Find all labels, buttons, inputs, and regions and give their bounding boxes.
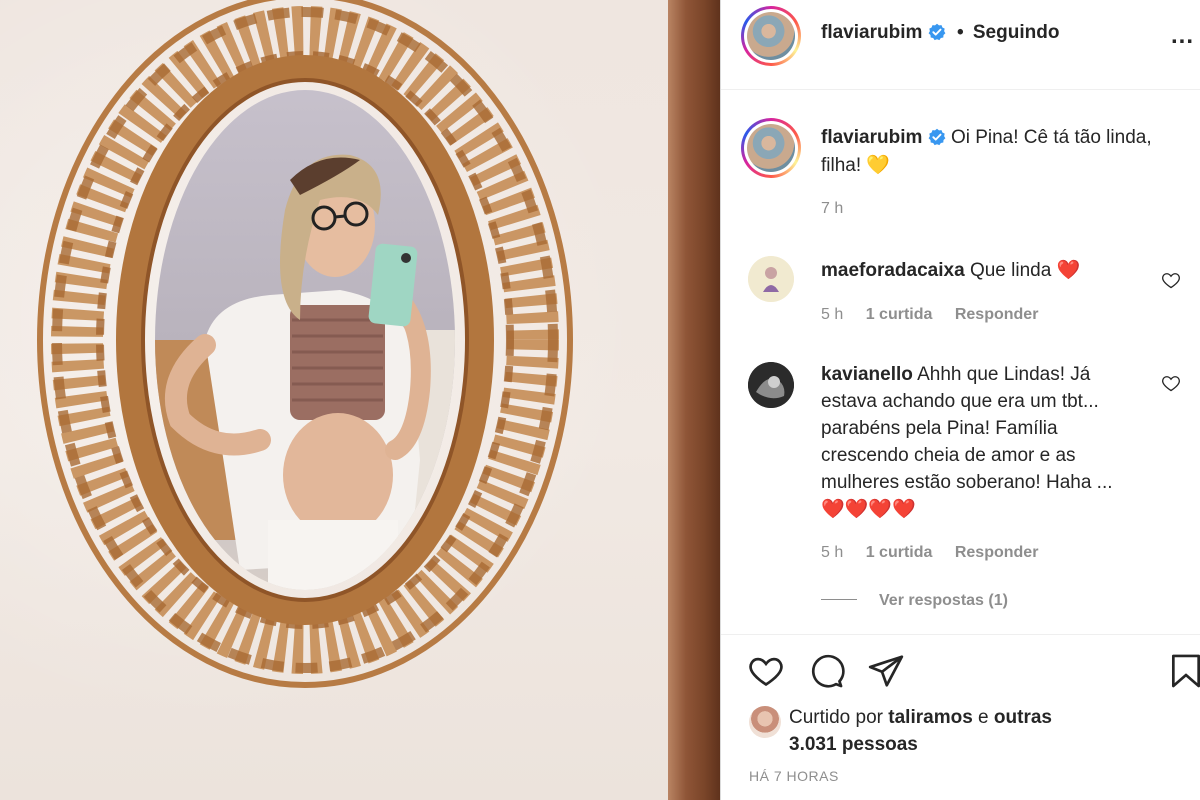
- post-header: flaviarubim • Seguindo ...: [721, 0, 1200, 90]
- comment-avatar[interactable]: [748, 256, 794, 302]
- comment-text: maeforadacaixa Que linda ❤️: [821, 257, 1141, 284]
- reply-button[interactable]: Responder: [955, 544, 1039, 561]
- share-icon[interactable]: [867, 652, 905, 690]
- comment-username[interactable]: kavianello: [821, 364, 913, 385]
- reply-button[interactable]: Responder: [955, 306, 1039, 323]
- liked-by-user[interactable]: taliramos: [888, 707, 972, 728]
- liked-by-conjunction: e: [978, 707, 989, 728]
- post-side-panel: flaviarubim • Seguindo ... flaviarubim O…: [720, 0, 1200, 800]
- replies-divider-line: [821, 599, 857, 600]
- comment-emoji: ❤️: [1056, 260, 1081, 281]
- comment-avatar[interactable]: [748, 362, 794, 408]
- comment-time[interactable]: 5 h: [821, 306, 843, 323]
- caption-timestamp[interactable]: 7 h: [821, 200, 843, 218]
- like-comment-heart-icon[interactable]: [1161, 373, 1181, 393]
- comment-username[interactable]: maeforadacaixa: [821, 260, 965, 281]
- heart-icon[interactable]: [747, 652, 785, 690]
- post-photo[interactable]: [0, 0, 720, 800]
- caption-text-block: flaviarubim Oi Pina! Cê tá tão linda, fi…: [821, 124, 1191, 180]
- comment-meta: 5 h 1 curtida Responder: [821, 544, 1056, 562]
- comment-likes[interactable]: 1 curtida: [866, 544, 933, 561]
- comment-meta: 5 h 1 curtida Responder: [821, 306, 1056, 324]
- likes-summary: Curtido por taliramos e outras 3.031 pes…: [789, 704, 1089, 758]
- view-replies-label[interactable]: Ver respostas (1): [879, 592, 1008, 609]
- separator-dot: •: [956, 22, 964, 43]
- author-info: flaviarubim • Seguindo: [821, 22, 1059, 44]
- caption-avatar[interactable]: [741, 118, 801, 178]
- post-timestamp[interactable]: HÁ 7 HORAS: [749, 768, 839, 784]
- liker-avatar[interactable]: [749, 706, 781, 738]
- actions-divider: [721, 634, 1200, 635]
- verified-icon: [928, 128, 946, 146]
- bookmark-icon[interactable]: [1167, 652, 1200, 690]
- comment-text: kavianello Ahhh que Lindas! Já estava ac…: [821, 361, 1141, 523]
- comment-likes[interactable]: 1 curtida: [866, 306, 933, 323]
- mirror-selfie-illustration: [37, 0, 573, 688]
- caption-username[interactable]: flaviarubim: [821, 127, 922, 148]
- comment-emoji: ❤️❤️❤️❤️: [821, 499, 916, 520]
- author-username[interactable]: flaviarubim: [821, 22, 922, 43]
- caption-emoji: 💛: [866, 155, 891, 176]
- following-button[interactable]: Seguindo: [973, 22, 1060, 43]
- like-comment-heart-icon[interactable]: [1161, 270, 1181, 290]
- verified-icon: [928, 23, 946, 41]
- more-icon[interactable]: ...: [1171, 22, 1194, 50]
- liked-by-prefix: Curtido por: [789, 707, 883, 728]
- author-avatar[interactable]: [741, 6, 801, 66]
- comment-message: Que linda: [969, 260, 1052, 281]
- comment-time[interactable]: 5 h: [821, 544, 843, 561]
- comment-icon[interactable]: [807, 652, 845, 690]
- view-replies-button[interactable]: Ver respostas (1): [821, 592, 1008, 610]
- door-frame: [668, 0, 720, 800]
